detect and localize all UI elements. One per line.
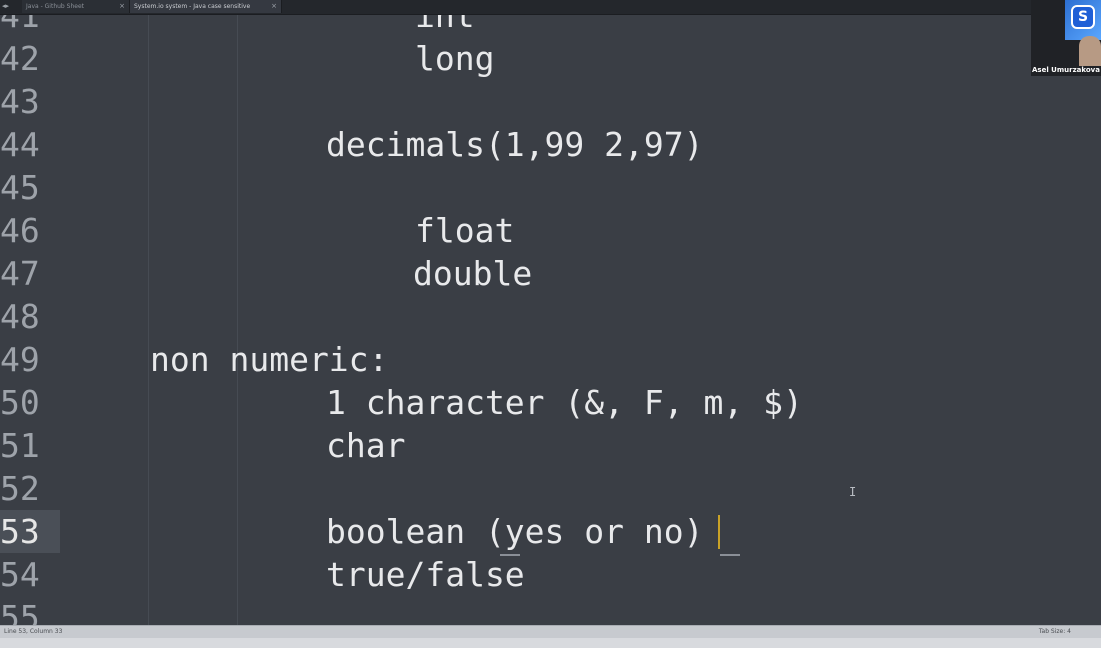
line-number: 52: [0, 469, 40, 508]
tab-system-io[interactable]: System.io system - Java case sensitive ×: [130, 0, 282, 13]
tab-scroll-arrows-icon[interactable]: ◂▸: [0, 0, 22, 14]
presenter-avatar: [1079, 36, 1101, 66]
code-line[interactable]: 51 char: [0, 424, 1101, 467]
code-line[interactable]: 50 1 character (&, F, m, $): [0, 381, 1101, 424]
code-line-current[interactable]: 53 boolean (yes or no): [0, 510, 1101, 553]
line-number: 43: [0, 82, 40, 121]
line-number: 51: [0, 426, 40, 465]
line-text: char: [326, 426, 406, 465]
line-text: boolean (yes or no): [326, 512, 704, 551]
footer-strip: [0, 638, 1101, 648]
line-text: 1 character (&, F, m, $): [326, 383, 803, 422]
code-line[interactable]: 55: [0, 596, 1101, 625]
line-text: true/false: [326, 555, 525, 594]
line-text: decimals(1,99 2,97): [326, 125, 704, 164]
close-icon[interactable]: ×: [119, 0, 125, 13]
bracket-match-underline: [500, 554, 520, 556]
code-editor[interactable]: 41 int 42 long 43 44 decimals(1,99 2,97)…: [0, 15, 1101, 625]
code-line[interactable]: 43: [0, 80, 1101, 123]
line-number: 50: [0, 383, 40, 422]
tab-label: Java - Github Sheet: [26, 3, 84, 10]
line-text: int: [415, 15, 475, 35]
code-line[interactable]: 47 double: [0, 252, 1101, 295]
status-bar: Line 53, Column 33 Tab Size: 4: [0, 625, 1101, 638]
code-line[interactable]: 45: [0, 166, 1101, 209]
code-line[interactable]: 49 non numeric:: [0, 338, 1101, 381]
line-number: 54: [0, 555, 40, 594]
line-number: 53: [0, 510, 60, 553]
tab-bar: ◂▸ Java - Github Sheet × System.io syste…: [0, 0, 1101, 15]
close-icon[interactable]: ×: [271, 0, 277, 13]
code-line[interactable]: 41 int: [0, 15, 1101, 37]
code-line[interactable]: 54 true/false: [0, 553, 1101, 596]
tab-label: System.io system - Java case sensitive: [134, 3, 251, 10]
webcam-overlay: S Asel Umurzakova: [1031, 0, 1101, 76]
code-line[interactable]: 46 float: [0, 209, 1101, 252]
code-line[interactable]: 44 decimals(1,99 2,97): [0, 123, 1101, 166]
tab-java-github-sheet[interactable]: Java - Github Sheet ×: [22, 0, 130, 13]
line-text: float: [415, 211, 515, 250]
line-number: 47: [0, 254, 40, 293]
line-number: 44: [0, 125, 40, 164]
bracket-match-underline: [720, 554, 740, 556]
presenter-name: Asel Umurzakova: [1032, 66, 1100, 74]
line-text: long: [415, 39, 495, 78]
line-text: double: [413, 254, 533, 293]
line-number: 49: [0, 340, 40, 379]
line-number: 45: [0, 168, 40, 207]
brand-logo-icon: S: [1071, 5, 1095, 29]
ibeam-cursor-icon: I: [849, 485, 857, 499]
line-number: 46: [0, 211, 40, 250]
line-number: 42: [0, 39, 40, 78]
line-number: 48: [0, 297, 40, 336]
cursor-position: Line 53, Column 33: [4, 628, 63, 635]
text-caret: [718, 515, 720, 549]
line-text: non numeric:: [150, 340, 389, 379]
line-number: 41: [0, 15, 40, 35]
code-line[interactable]: 48: [0, 295, 1101, 338]
tab-size-selector[interactable]: Tab Size: 4: [1039, 626, 1071, 638]
code-line[interactable]: 52: [0, 467, 1101, 510]
line-number: 55: [0, 598, 40, 625]
code-line[interactable]: 42 long: [0, 37, 1101, 80]
